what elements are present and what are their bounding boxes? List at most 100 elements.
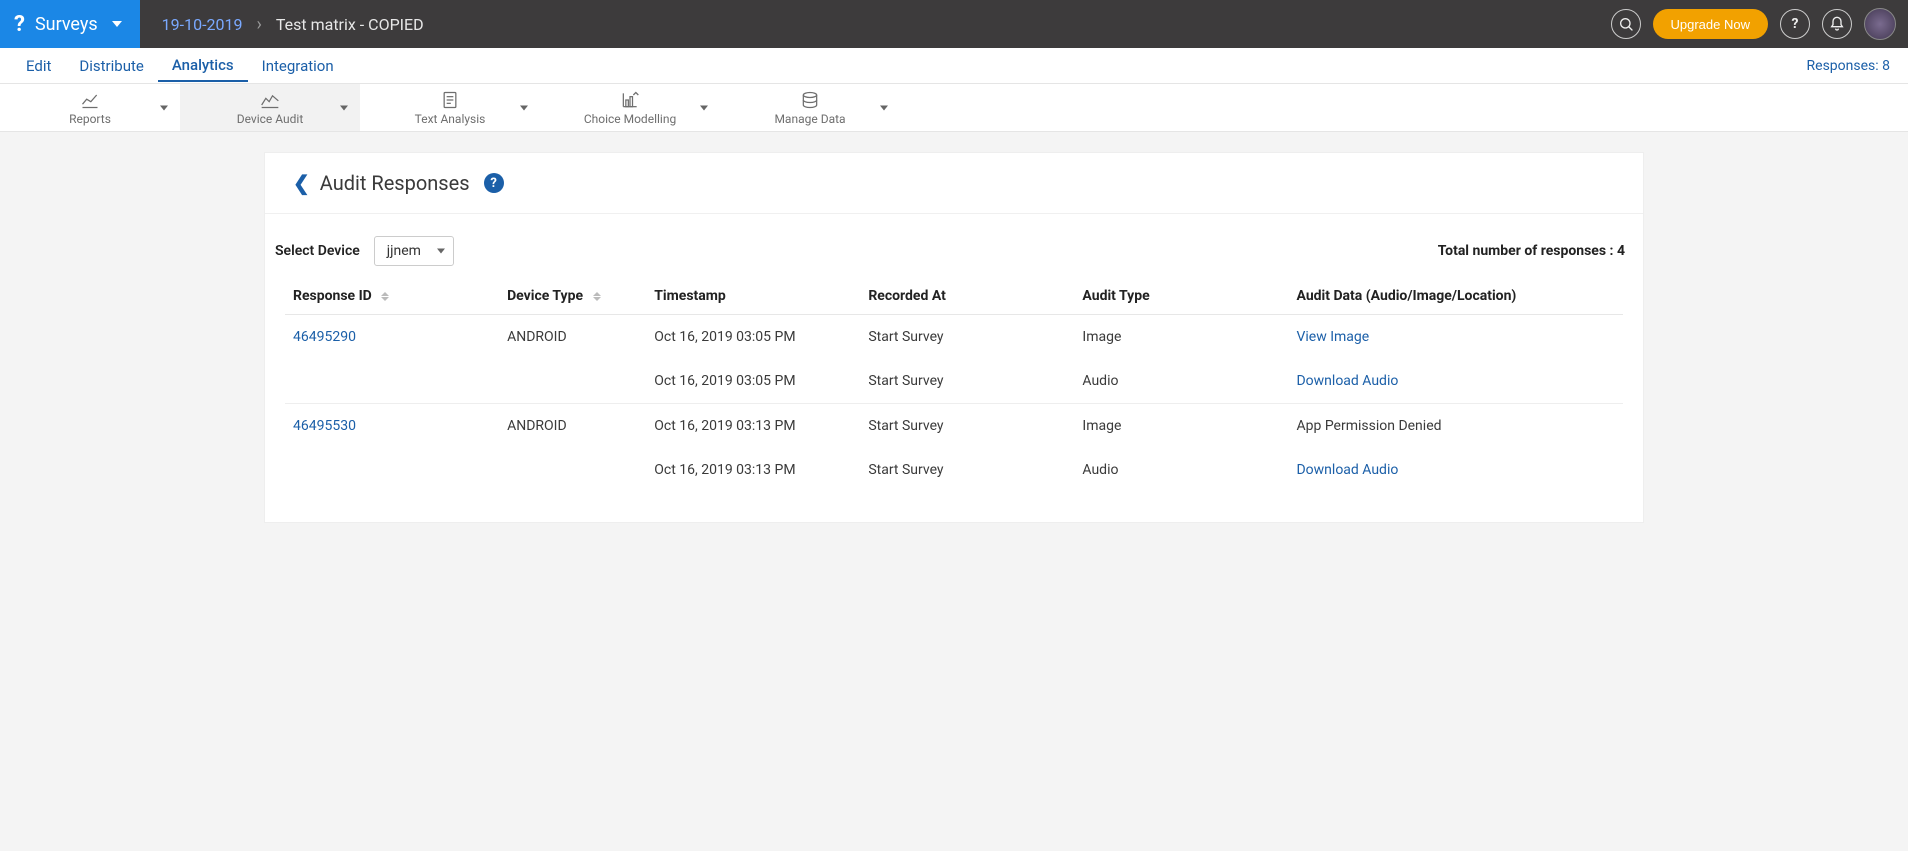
manage-data-icon <box>798 90 822 110</box>
topbar: ? Surveys 19-10-2019 › Test matrix - COP… <box>0 0 1908 48</box>
table-row: 46495530 ANDROIDOct 16, 2019 03:13 PMStar… <box>285 404 1623 449</box>
device-audit-icon <box>258 90 282 110</box>
sort-icon <box>381 292 389 301</box>
cell-response-id: 46495290 <box>285 315 499 360</box>
tool-manage-data-label: Manage Data <box>774 112 845 126</box>
th-audit-data: Audit Data (Audio/Image/Location) <box>1288 278 1623 315</box>
cell-recorded-at: Start Survey <box>860 404 1074 449</box>
cell-device-type: ANDROID <box>499 404 646 449</box>
toolrow: Reports Device Audit Text Analysis Choic… <box>0 84 1908 132</box>
text-analysis-icon <box>438 90 462 110</box>
audit-data-link[interactable]: Download Audio <box>1296 462 1398 478</box>
caret-down-icon <box>112 21 122 27</box>
upgrade-button[interactable]: Upgrade Now <box>1653 9 1769 39</box>
cell-audit-type: Image <box>1074 315 1288 360</box>
surveys-label: Surveys <box>35 14 98 35</box>
tool-device-audit[interactable]: Device Audit <box>180 84 360 131</box>
topbar-right: Upgrade Now ? <box>1611 8 1908 40</box>
cell-device-type <box>499 359 646 404</box>
tool-manage-data[interactable]: Manage Data <box>720 84 900 131</box>
cell-recorded-at: Start Survey <box>860 448 1074 492</box>
th-audit-type: Audit Type <box>1074 278 1288 315</box>
tool-choice-modelling[interactable]: Choice Modelling <box>540 84 720 131</box>
tool-choice-modelling-label: Choice Modelling <box>584 112 676 126</box>
tool-reports[interactable]: Reports <box>0 84 180 131</box>
cell-audit-type: Image <box>1074 404 1288 449</box>
caret-down-icon <box>160 105 168 110</box>
cell-device-type: ANDROID <box>499 315 646 360</box>
cell-audit-data: App Permission Denied <box>1288 404 1623 449</box>
caret-down-icon <box>880 105 888 110</box>
table-row: Oct 16, 2019 03:13 PMStart SurveyAudio Do… <box>285 448 1623 492</box>
audit-data-link[interactable]: Download Audio <box>1296 373 1398 389</box>
tool-text-analysis-label: Text Analysis <box>415 112 486 126</box>
responses-count[interactable]: Responses: 8 <box>1807 58 1896 74</box>
cell-timestamp: Oct 16, 2019 03:13 PM <box>646 404 860 449</box>
caret-down-icon <box>700 105 708 110</box>
filter-row: Select Device jjnem Total number of resp… <box>265 214 1643 278</box>
tab-integration[interactable]: Integration <box>248 51 348 81</box>
tab-distribute[interactable]: Distribute <box>65 51 157 81</box>
cell-audit-data: Download Audio <box>1288 359 1623 404</box>
tabs-row: Edit Distribute Analytics Integration Re… <box>0 48 1908 84</box>
reports-icon <box>78 90 102 110</box>
table-body: 46495290ANDROIDOct 16, 2019 03:05 PMStar… <box>285 315 1623 493</box>
table-header-row: Response ID Device Type Timestamp Record… <box>285 278 1623 315</box>
cell-timestamp: Oct 16, 2019 03:05 PM <box>646 315 860 360</box>
audit-table: Response ID Device Type Timestamp Record… <box>285 278 1623 492</box>
tool-text-analysis[interactable]: Text Analysis <box>360 84 540 131</box>
breadcrumb-title: Test matrix - COPIED <box>276 15 424 34</box>
response-id-link[interactable]: 46495530 <box>293 418 356 434</box>
brand-logo-icon: ? <box>14 12 25 37</box>
page-title: Audit Responses <box>320 171 470 195</box>
search-icon <box>1618 16 1634 32</box>
search-button[interactable] <box>1611 9 1641 39</box>
breadcrumb: 19-10-2019 › Test matrix - COPIED <box>140 14 446 35</box>
device-select[interactable]: jjnem <box>374 236 454 266</box>
breadcrumb-date[interactable]: 19-10-2019 <box>162 15 243 34</box>
audit-data-link[interactable]: View Image <box>1296 329 1369 345</box>
table-row: Oct 16, 2019 03:05 PMStart SurveyAudio Do… <box>285 359 1623 404</box>
help-icon: ? <box>1792 16 1799 32</box>
caret-down-icon <box>520 105 528 110</box>
cell-recorded-at: Start Survey <box>860 359 1074 404</box>
bell-icon <box>1829 16 1845 32</box>
device-select-value: jjnem <box>387 243 421 259</box>
card-header: ❮ Audit Responses ? <box>265 153 1643 214</box>
tab-analytics[interactable]: Analytics <box>158 50 248 82</box>
page-help-button[interactable]: ? <box>484 173 504 193</box>
help-button[interactable]: ? <box>1780 9 1810 39</box>
tool-reports-label: Reports <box>69 112 111 126</box>
th-device-type[interactable]: Device Type <box>499 278 646 315</box>
sort-icon <box>593 292 601 301</box>
breadcrumb-separator-icon: › <box>256 14 261 35</box>
th-timestamp: Timestamp <box>646 278 860 315</box>
cell-audit-type: Audio <box>1074 359 1288 404</box>
surveys-menu-button[interactable]: ? Surveys <box>0 0 140 48</box>
cell-device-type <box>499 448 646 492</box>
back-button[interactable]: ❮ <box>293 171 310 195</box>
table-row: 46495290 ANDROIDOct 16, 2019 03:05 PMStar… <box>285 315 1623 360</box>
caret-down-icon <box>437 249 445 254</box>
th-response-id[interactable]: Response ID <box>285 278 499 315</box>
cell-audit-data: View Image <box>1288 315 1623 360</box>
cell-recorded-at: Start Survey <box>860 315 1074 360</box>
cell-audit-type: Audio <box>1074 448 1288 492</box>
notifications-button[interactable] <box>1822 9 1852 39</box>
tab-edit[interactable]: Edit <box>12 51 65 81</box>
th-recorded-at: Recorded At <box>860 278 1074 315</box>
caret-down-icon <box>340 105 348 110</box>
cell-response-id <box>285 448 499 492</box>
select-device-label: Select Device <box>275 243 360 259</box>
tool-device-audit-label: Device Audit <box>237 112 304 126</box>
cell-audit-data: Download Audio <box>1288 448 1623 492</box>
content-card: ❮ Audit Responses ? Select Device jjnem … <box>264 152 1644 523</box>
avatar[interactable] <box>1864 8 1896 40</box>
cell-response-id <box>285 359 499 404</box>
cell-timestamp: Oct 16, 2019 03:05 PM <box>646 359 860 404</box>
total-responses-label: Total number of responses : 4 <box>1438 243 1633 259</box>
response-id-link[interactable]: 46495290 <box>293 329 356 345</box>
choice-modelling-icon <box>618 90 642 110</box>
cell-response-id: 46495530 <box>285 404 499 449</box>
cell-timestamp: Oct 16, 2019 03:13 PM <box>646 448 860 492</box>
